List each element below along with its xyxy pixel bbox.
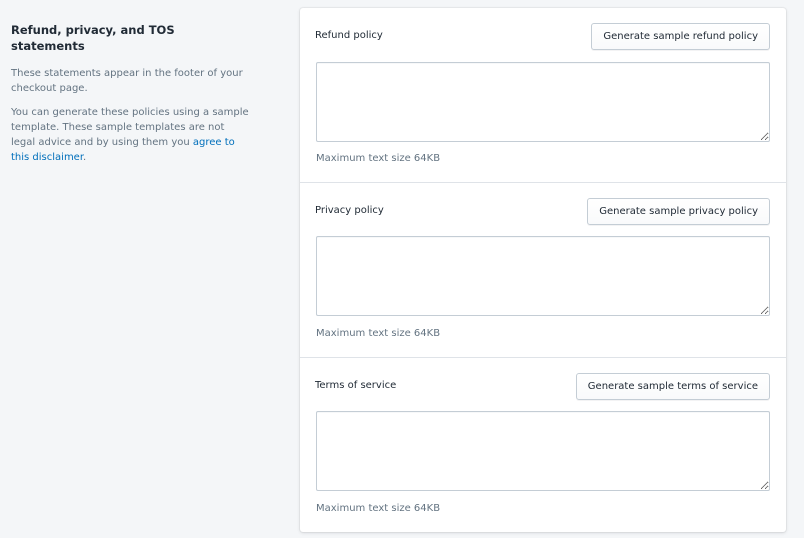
privacy-policy-label: Privacy policy	[315, 205, 384, 216]
refund-policy-section: Refund policy Generate sample refund pol…	[300, 8, 786, 183]
refund-policy-label: Refund policy	[315, 30, 383, 41]
settings-page: Refund, privacy, and TOS statements Thes…	[0, 0, 804, 538]
privacy-policy-help-text: Maximum text size 64KB	[316, 328, 441, 339]
refund-policy-help-text: Maximum text size 64KB	[316, 153, 441, 164]
generate-refund-policy-button[interactable]: Generate sample refund policy	[591, 23, 770, 50]
policies-card: Refund policy Generate sample refund pol…	[300, 8, 786, 532]
section-description-column: Refund, privacy, and TOS statements Thes…	[11, 22, 251, 165]
privacy-policy-section: Privacy policy Generate sample privacy p…	[300, 182, 786, 357]
privacy-policy-textarea[interactable]	[316, 236, 770, 316]
section-title: Refund, privacy, and TOS statements	[11, 23, 175, 53]
generate-terms-of-service-button[interactable]: Generate sample terms of service	[575, 373, 770, 400]
refund-policy-textarea[interactable]	[316, 62, 770, 142]
terms-of-service-section: Terms of service Generate sample terms o…	[300, 357, 786, 532]
terms-of-service-help-text: Maximum text size 64KB	[316, 503, 441, 514]
terms-of-service-label: Terms of service	[315, 380, 397, 391]
generate-privacy-policy-button[interactable]: Generate sample privacy policy	[587, 198, 770, 225]
terms-of-service-textarea[interactable]	[316, 411, 770, 491]
section-description-generate: You can generate these policies using a …	[11, 105, 251, 165]
generate-description-suffix: .	[83, 152, 87, 163]
section-description: These statements appear in the footer of…	[11, 68, 243, 94]
